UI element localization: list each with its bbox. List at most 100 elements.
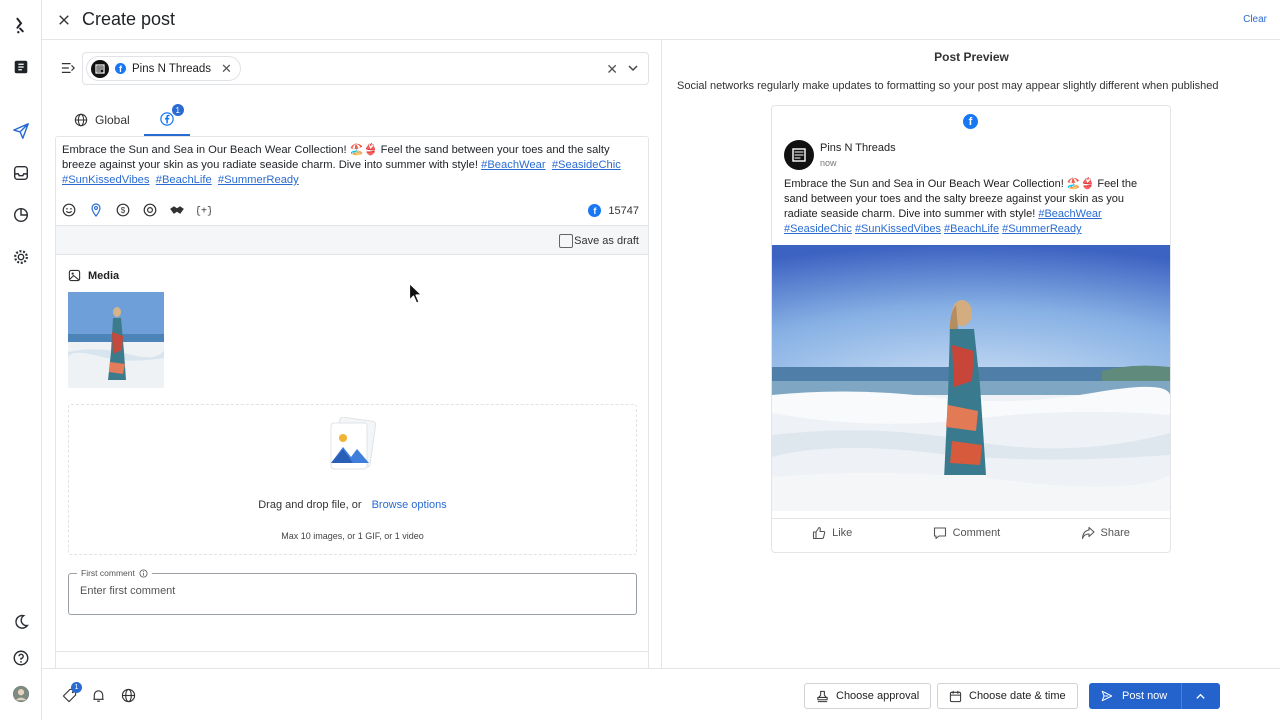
remove-chip-icon[interactable]: ✕: [221, 61, 232, 77]
facebook-icon: f: [588, 204, 602, 217]
save-draft-label: Save as draft: [574, 235, 639, 247]
share-icon: [1081, 526, 1095, 539]
choose-date-time-button[interactable]: Choose date & time: [937, 683, 1078, 709]
comment-icon: [933, 526, 946, 539]
first-comment-label-text: First comment: [81, 568, 135, 578]
preview-actions: Like Comment Share: [772, 518, 1170, 546]
variables-icon[interactable]: {+}: [197, 203, 211, 218]
post-now-main[interactable]: Post now: [1101, 683, 1167, 709]
globe-icon[interactable]: [120, 687, 136, 703]
tab-global-label: Global: [95, 113, 130, 127]
chevron-down-icon[interactable]: [627, 62, 639, 74]
globe-icon: [74, 113, 88, 127]
user-avatar[interactable]: [11, 684, 31, 704]
settings-icon[interactable]: [11, 247, 31, 267]
post-composer: Embrace the Sun and Sea in Our Beach Wea…: [55, 136, 649, 668]
collapse-menu-icon[interactable]: [61, 61, 77, 77]
publish-icon[interactable]: [11, 121, 31, 141]
media-dropzone[interactable]: Drag and drop file, or Browse options Max…: [68, 404, 637, 555]
clear-selection-icon[interactable]: ✕: [606, 61, 618, 78]
tag-badge: 1: [71, 682, 82, 693]
choose-approval-button[interactable]: Choose approval: [804, 683, 932, 709]
share-label: Share: [1100, 526, 1130, 539]
bell-icon[interactable]: [90, 687, 106, 703]
composer-toolbar: $ {+}: [62, 203, 211, 217]
analytics-icon[interactable]: [11, 205, 31, 225]
post-now-label: Post now: [1122, 690, 1168, 702]
browse-options-link[interactable]: Browse options: [372, 499, 447, 511]
account-avatar: [91, 59, 109, 78]
hashtag-link[interactable]: #SeasideChic: [784, 223, 852, 235]
calendar-icon: [949, 690, 962, 702]
dark-mode-icon[interactable]: [11, 612, 31, 632]
svg-text:$: $: [121, 206, 126, 215]
editor-panel: f Pins N Threads ✕ ✕ Global 1 Embrace th…: [42, 40, 662, 668]
first-comment-input[interactable]: [80, 585, 620, 597]
hashtag-link[interactable]: #BeachWear: [1038, 208, 1101, 220]
notes-icon[interactable]: [11, 57, 31, 77]
upload-illustration-icon: [327, 416, 379, 473]
media-section-title: Media: [68, 269, 119, 282]
preview-note: Social networks regularly make updates t…: [677, 80, 1219, 92]
thumbs-up-icon: [813, 526, 826, 539]
app-logo-icon[interactable]: [11, 15, 31, 35]
comment-label: Comment: [952, 526, 1001, 539]
like-button[interactable]: Like: [812, 526, 852, 540]
facebook-post-preview: f Pins N Threads now Embrace the Sun and…: [771, 105, 1171, 553]
footer-bar: 1 Choose approval Choose date & time Pos…: [42, 668, 1280, 720]
help-icon[interactable]: [11, 648, 31, 668]
image-icon: [68, 269, 81, 282]
send-icon: [1101, 690, 1113, 702]
next-section-card: [55, 651, 649, 668]
handshake-icon[interactable]: [170, 203, 184, 217]
post-now-button[interactable]: Post now: [1089, 683, 1220, 709]
hashtag-link[interactable]: #SummerReady: [218, 174, 299, 186]
hashtag-link[interactable]: #BeachLife: [944, 223, 999, 235]
close-icon[interactable]: [54, 10, 74, 30]
network-tabs: Global 1: [60, 104, 190, 136]
like-label: Like: [832, 526, 853, 539]
preview-panel: Post Preview Social networks regularly m…: [663, 40, 1280, 668]
facebook-icon: [159, 112, 174, 126]
page-title: Create post: [82, 9, 176, 29]
info-icon[interactable]: [139, 568, 148, 578]
post-textarea[interactable]: Embrace the Sun and Sea in Our Beach Wea…: [62, 143, 644, 188]
tab-global[interactable]: Global: [60, 104, 144, 136]
account-selector[interactable]: f Pins N Threads ✕ ✕: [82, 52, 649, 85]
choose-date-time-label: Choose date & time: [969, 690, 1066, 702]
first-comment-field[interactable]: First comment: [68, 568, 637, 615]
media-title-text: Media: [88, 269, 120, 282]
post-time: now: [820, 158, 837, 168]
character-counter: f 15747: [588, 204, 639, 217]
choose-approval-label: Choose approval: [836, 690, 920, 702]
account-chip-label: Pins N Threads: [132, 62, 212, 75]
inbox-icon[interactable]: [11, 163, 31, 183]
dropzone-instructions: Drag and drop file, or Browse options: [69, 499, 636, 511]
dollar-icon[interactable]: $: [116, 203, 130, 217]
svg-text:{+}: {+}: [197, 206, 211, 218]
share-button[interactable]: Share: [1081, 526, 1130, 540]
media-thumbnail[interactable]: [68, 292, 164, 388]
preview-image: [772, 245, 1170, 511]
mention-icon[interactable]: [143, 203, 157, 217]
hashtag-link[interactable]: #BeachWear: [481, 159, 545, 171]
save-draft-checkbox[interactable]: [559, 234, 573, 248]
hashtag-link[interactable]: #BeachLife: [156, 174, 212, 186]
emoji-icon[interactable]: [62, 203, 76, 217]
draft-bar: Save as draft: [56, 225, 648, 255]
hashtag-link[interactable]: #SummerReady: [1002, 223, 1081, 235]
hashtag-link[interactable]: #SeasideChic: [552, 159, 621, 171]
hashtag-link[interactable]: #SunKissedVibes: [855, 223, 941, 235]
facebook-icon: f: [115, 63, 126, 74]
stamp-icon: [817, 690, 828, 702]
header: Create post Clear: [42, 0, 1280, 40]
tab-facebook[interactable]: 1: [143, 104, 190, 136]
clear-link[interactable]: Clear: [1243, 14, 1267, 25]
mouse-cursor-icon: [408, 282, 424, 306]
comment-button[interactable]: Comment: [933, 526, 1001, 540]
location-icon[interactable]: [89, 203, 103, 217]
account-chip[interactable]: f Pins N Threads ✕: [86, 56, 241, 81]
chevron-up-icon[interactable]: [1181, 683, 1220, 709]
left-rail: [0, 0, 42, 720]
hashtag-link[interactable]: #SunKissedVibes: [62, 174, 150, 186]
